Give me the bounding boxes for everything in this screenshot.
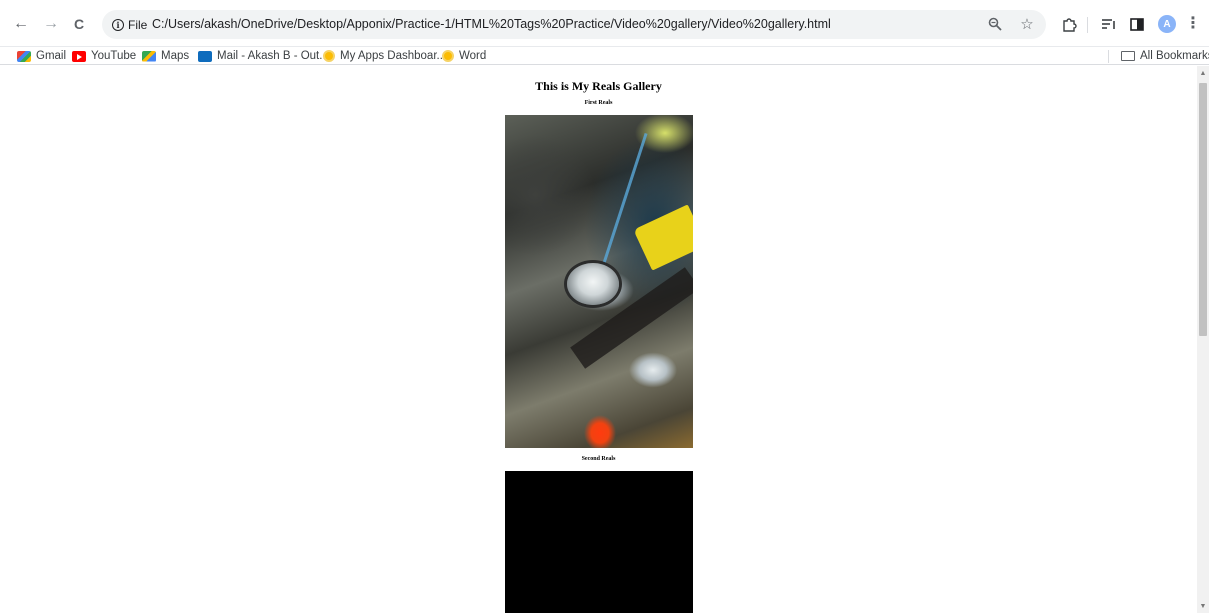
browser-toolbar: ← → C i File C:/Users/akash/OneDrive/Des… bbox=[0, 0, 1209, 47]
side-panel-icon bbox=[1130, 17, 1144, 31]
bookmarks-divider bbox=[1108, 50, 1109, 63]
bookmarks-bar: Gmail YouTube Maps Mail - Akash B - Out.… bbox=[0, 47, 1209, 65]
profile-avatar[interactable]: A bbox=[1158, 15, 1176, 33]
page-title: This is My Reals Gallery bbox=[535, 79, 662, 93]
gmail-icon bbox=[17, 50, 31, 62]
video-player-first[interactable] bbox=[504, 115, 693, 448]
bookmark-star-icon[interactable]: ☆ bbox=[1018, 15, 1036, 33]
apps-dashboard-icon bbox=[323, 50, 335, 62]
browser-menu-button[interactable]: ⋮ bbox=[1182, 13, 1204, 35]
reading-list-icon bbox=[1102, 19, 1115, 29]
bookmark-label: Gmail bbox=[36, 50, 67, 62]
scroll-down-icon[interactable]: ▼ bbox=[1199, 603, 1207, 611]
reload-button[interactable]: C bbox=[68, 13, 90, 35]
zoom-icon[interactable] bbox=[986, 15, 1004, 33]
url-text[interactable]: C:/Users/akash/OneDrive/Desktop/Apponix/… bbox=[152, 17, 831, 31]
bookmark-word[interactable]: Word bbox=[442, 49, 486, 63]
bookmark-label: My Apps Dashboar... bbox=[340, 50, 447, 62]
toolbar-separator bbox=[1087, 17, 1088, 33]
bookmark-label: Maps bbox=[161, 50, 190, 62]
video-frame-shape bbox=[566, 263, 619, 305]
extensions-button[interactable] bbox=[1058, 13, 1080, 35]
bookmark-label: Word bbox=[459, 50, 487, 62]
video-frame-shape bbox=[600, 132, 648, 268]
scroll-up-icon[interactable]: ▲ bbox=[1199, 70, 1207, 78]
all-bookmarks-label: All Bookmarks bbox=[1140, 50, 1209, 62]
site-chip-label: File bbox=[128, 17, 148, 32]
page-viewport: This is My Reals Gallery First Reals Sec… bbox=[0, 66, 1197, 613]
youtube-icon bbox=[72, 50, 86, 62]
forward-arrow-icon: → bbox=[43, 15, 59, 32]
back-button[interactable]: ← bbox=[10, 13, 32, 35]
scroll-thumb[interactable] bbox=[1199, 83, 1207, 336]
maps-icon bbox=[142, 50, 156, 62]
bookmark-label: Mail - Akash B - Out... bbox=[217, 50, 329, 62]
info-icon: i bbox=[112, 18, 124, 31]
bookmark-gmail[interactable]: Gmail bbox=[17, 49, 66, 63]
video-frame-shape bbox=[632, 204, 693, 271]
reel-caption-second: Second Reals bbox=[581, 456, 616, 462]
more-vert-icon: ⋮ bbox=[1185, 15, 1201, 32]
bookmark-label: YouTube bbox=[91, 50, 137, 62]
bookmark-youtube[interactable]: YouTube bbox=[72, 49, 136, 63]
bookmark-outlook-mail[interactable]: Mail - Akash B - Out... bbox=[198, 49, 329, 63]
site-info-chip[interactable]: i File bbox=[108, 14, 153, 35]
page-content: This is My Reals Gallery First Reals Sec… bbox=[0, 79, 1197, 613]
video-player-second[interactable] bbox=[504, 471, 693, 613]
reload-icon: C bbox=[73, 16, 85, 32]
page-scrollbar[interactable]: ▲ ▼ bbox=[1197, 66, 1209, 613]
folder-icon bbox=[1121, 51, 1135, 61]
all-bookmarks-button[interactable]: All Bookmarks bbox=[1121, 49, 1209, 63]
reading-list-button[interactable] bbox=[1098, 13, 1120, 35]
reel-caption-first: First Reals bbox=[584, 100, 613, 106]
bookmark-my-apps-dashboard[interactable]: My Apps Dashboar... bbox=[323, 49, 446, 63]
word-icon bbox=[442, 50, 454, 62]
side-panel-button[interactable] bbox=[1126, 13, 1148, 35]
forward-button[interactable]: → bbox=[40, 13, 62, 35]
back-arrow-icon: ← bbox=[13, 15, 29, 32]
outlook-icon bbox=[198, 50, 212, 62]
bookmark-maps[interactable]: Maps bbox=[142, 49, 189, 63]
puzzle-icon bbox=[1063, 18, 1077, 32]
address-bar[interactable]: i File C:/Users/akash/OneDrive/Desktop/A… bbox=[102, 10, 1046, 39]
